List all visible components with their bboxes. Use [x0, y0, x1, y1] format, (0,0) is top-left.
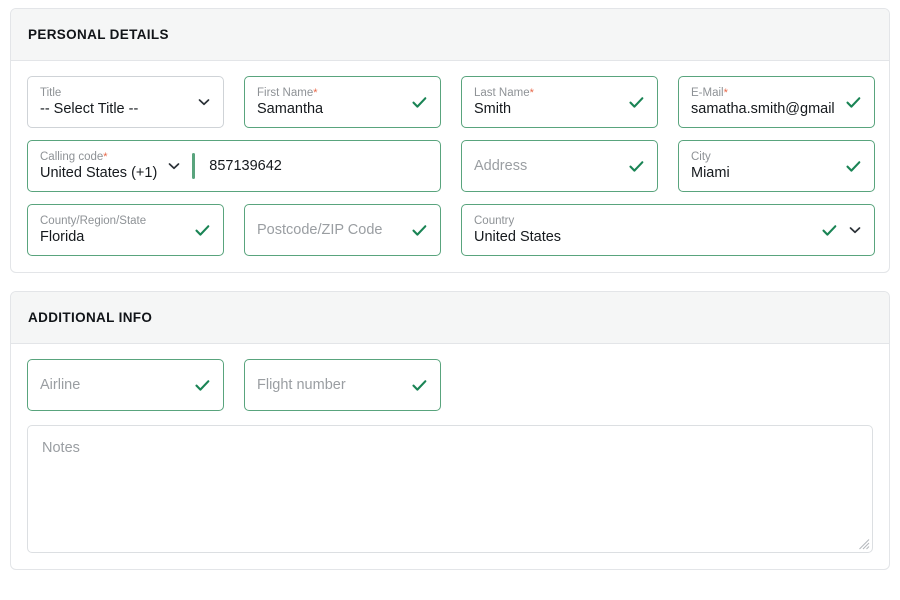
country-inner: Country United States	[474, 214, 813, 247]
chevron-down-icon[interactable]	[197, 95, 211, 109]
country-value: United States	[474, 228, 562, 245]
chevron-down-icon[interactable]	[848, 223, 862, 237]
check-icon	[846, 96, 861, 108]
phone-number-input[interactable]: 857139642	[195, 141, 440, 191]
county-region-state-label: County/Region/State	[40, 214, 147, 227]
title-select[interactable]: Title -- Select Title --	[27, 76, 224, 128]
title-select-label: Title	[40, 86, 62, 99]
last-name-value: Smith	[474, 100, 512, 117]
check-icon	[629, 96, 644, 108]
required-asterisk: *	[313, 86, 318, 99]
personal-details-title: PERSONAL DETAILS	[28, 27, 169, 42]
check-icon	[412, 379, 427, 391]
check-icon	[629, 160, 644, 172]
county-region-state-value: Florida	[40, 228, 85, 245]
county-region-state-inner: County/Region/State Florida	[40, 214, 186, 247]
city-inner: City Miami	[691, 150, 837, 183]
address-field[interactable]: Address	[461, 140, 658, 192]
airline-field[interactable]: Airline	[27, 359, 224, 411]
county-region-state-field[interactable]: County/Region/State Florida	[27, 204, 224, 256]
check-icon	[195, 224, 210, 236]
additional-info-header: ADDITIONAL INFO	[11, 292, 889, 344]
phone-number-value: 857139642	[209, 158, 282, 174]
address-placeholder: Address	[474, 157, 528, 174]
last-name-label-text: Last Name	[474, 86, 530, 99]
first-name-value: Samantha	[257, 100, 324, 117]
check-icon	[412, 96, 427, 108]
check-icon	[195, 379, 210, 391]
flight-number-placeholder: Flight number	[257, 376, 346, 393]
email-label: E-Mail*	[691, 86, 837, 100]
chevron-down-icon[interactable]	[167, 159, 181, 173]
email-value: samatha.smith@gmail	[691, 100, 835, 117]
email-label-text: E-Mail	[691, 86, 724, 99]
form-row: Calling code* United States (+1) 8571396…	[27, 140, 875, 192]
form-row: County/Region/State Florida Postcode/ZIP…	[27, 204, 875, 256]
last-name-label: Last Name*	[474, 86, 620, 100]
check-icon	[822, 224, 837, 236]
postcode-field[interactable]: Postcode/ZIP Code	[244, 204, 441, 256]
form-row: Airline Flight number	[27, 359, 873, 411]
first-name-label: First Name*	[257, 86, 403, 100]
check-icon	[412, 224, 427, 236]
form-page: PERSONAL DETAILS Title -- Select Title -…	[0, 0, 900, 600]
personal-details-header: PERSONAL DETAILS	[11, 9, 889, 61]
check-icon	[846, 160, 861, 172]
last-name-field[interactable]: Last Name* Smith	[461, 76, 658, 128]
postcode-inner: Postcode/ZIP Code	[257, 221, 403, 240]
calling-code-label: Calling code*	[40, 150, 157, 164]
notes-placeholder: Notes	[42, 440, 80, 456]
country-label: Country	[474, 214, 515, 227]
required-asterisk: *	[723, 86, 728, 99]
city-value: Miami	[691, 164, 730, 181]
additional-info-title: ADDITIONAL INFO	[28, 310, 153, 325]
personal-details-card: PERSONAL DETAILS Title -- Select Title -…	[10, 8, 890, 273]
required-asterisk: *	[103, 150, 108, 163]
title-select-value: -- Select Title --	[40, 100, 139, 117]
calling-code-inner: Calling code* United States (+1)	[40, 150, 157, 183]
last-name-inner: Last Name* Smith	[474, 86, 620, 119]
phone-field-group[interactable]: Calling code* United States (+1) 8571396…	[27, 140, 441, 192]
first-name-label-text: First Name	[257, 86, 314, 99]
form-row: Title -- Select Title -- First Name* Sam…	[27, 76, 875, 128]
first-name-inner: First Name* Samantha	[257, 86, 403, 119]
title-select-inner: Title -- Select Title --	[40, 86, 187, 119]
address-inner: Address	[474, 157, 620, 176]
first-name-field[interactable]: First Name* Samantha	[244, 76, 441, 128]
calling-code-select[interactable]: Calling code* United States (+1)	[28, 141, 192, 191]
city-label: City	[691, 150, 711, 163]
additional-info-card: ADDITIONAL INFO Airline Flight number No…	[10, 291, 890, 570]
flight-number-field[interactable]: Flight number	[244, 359, 441, 411]
country-field[interactable]: Country United States	[461, 204, 875, 256]
email-inner: E-Mail* samatha.smith@gmail	[691, 86, 837, 119]
resize-handle-icon[interactable]	[858, 538, 870, 550]
required-asterisk: *	[529, 86, 534, 99]
additional-info-body: Airline Flight number Notes	[11, 344, 889, 569]
notes-textarea[interactable]: Notes	[27, 425, 873, 553]
airline-placeholder: Airline	[40, 376, 81, 393]
calling-code-value: United States (+1)	[40, 164, 158, 181]
postcode-placeholder: Postcode/ZIP Code	[257, 221, 383, 238]
airline-inner: Airline	[40, 376, 186, 395]
personal-details-body: Title -- Select Title -- First Name* Sam…	[11, 61, 889, 272]
email-field[interactable]: E-Mail* samatha.smith@gmail	[678, 76, 875, 128]
city-field[interactable]: City Miami	[678, 140, 875, 192]
flight-number-inner: Flight number	[257, 376, 403, 395]
calling-code-label-text: Calling code	[40, 150, 104, 163]
